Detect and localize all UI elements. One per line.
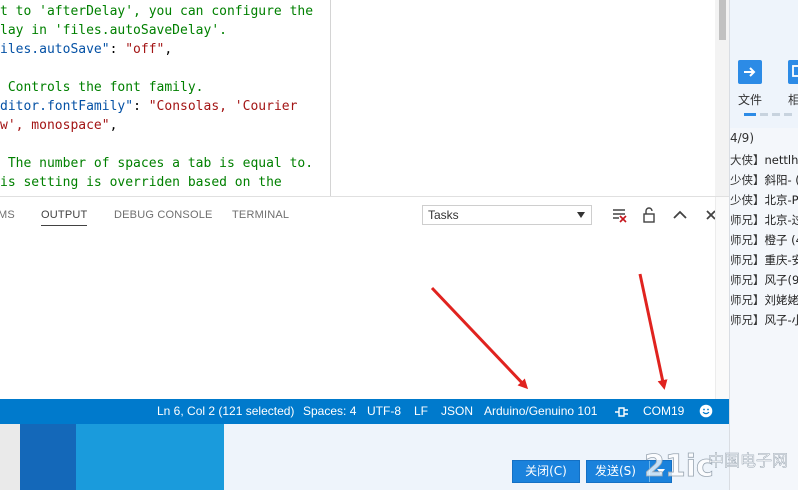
language-mode[interactable]: JSON [441, 404, 473, 418]
member-name: 北京-过 [764, 213, 798, 227]
tab-problems[interactable]: MS [0, 209, 15, 221]
lock-scroll-icon[interactable] [640, 206, 658, 224]
code-token: : [133, 99, 149, 114]
toolbar-label-file: 文件 [738, 93, 763, 107]
tab-output[interactable]: OUTPUT [41, 209, 88, 226]
member-title: 少侠】 [730, 173, 765, 187]
panel-scrollbar[interactable] [715, 197, 729, 400]
member-list-item[interactable]: 师兄】刘姥姥( [730, 292, 798, 310]
code-token: : [109, 42, 126, 57]
code-token: lay in 'files.autoSaveDelay'. [0, 23, 227, 38]
output-channel-select[interactable]: Tasks [422, 205, 592, 225]
member-name: nettlhx( [764, 153, 798, 167]
code-token: , [164, 42, 173, 57]
member-title: 师兄】 [730, 313, 765, 327]
member-name: 橙子 (4 [764, 233, 798, 247]
member-title: 少侠】 [730, 193, 765, 207]
page-indicator [772, 113, 780, 116]
code-line: t to 'afterDelay', you can configure the [0, 2, 313, 21]
close-chat-button[interactable]: 关闭(C) [512, 460, 580, 483]
chevron-down-icon [577, 212, 585, 218]
feedback-smiley-icon[interactable] [699, 404, 713, 418]
code-line: Controls the font family. [0, 78, 204, 97]
member-name: 刘姥姥( [764, 293, 798, 307]
encoding-setting[interactable]: UTF-8 [367, 404, 401, 418]
code-line: is setting is overriden based on the [0, 173, 282, 192]
window-edge [0, 424, 20, 490]
member-title: 师兄】 [730, 293, 765, 307]
watermark-brand: 21ic [644, 449, 714, 484]
code-token: iles.autoSave" [0, 42, 110, 57]
editor-scrollbar-thumb[interactable] [719, 0, 726, 40]
bottom-panel: MS OUTPUT DEBUG CONSOLE TERMINAL Tasks [0, 196, 729, 400]
code-line: The number of spaces a tab is equal to. [0, 154, 313, 173]
plug-icon[interactable] [614, 406, 630, 418]
code-token: "Consolas, 'Courier [148, 99, 298, 114]
member-list-item[interactable]: 师兄】橙子 (4 [730, 232, 798, 250]
background-window-dark [20, 424, 76, 490]
page-indicator-active [744, 113, 756, 116]
chat-toolbar: 文件 相 [730, 0, 798, 128]
background-window-light [76, 424, 224, 490]
code-token: w', monospace" [0, 118, 110, 133]
member-list-item[interactable]: 师兄】重庆-安 [730, 252, 798, 270]
tab-debug-console[interactable]: DEBUG CONSOLE [114, 209, 213, 221]
member-count: 4/9) [730, 131, 754, 145]
clear-output-icon[interactable] [610, 206, 628, 224]
indentation-setting[interactable]: Spaces: 4 [303, 404, 356, 418]
member-name: 风子(95 [764, 273, 798, 287]
code-token: "off" [125, 42, 165, 57]
serial-port-selector[interactable]: COM19 [643, 404, 684, 418]
code-line: ditor.fontFamily": "Consolas, 'Courier [0, 97, 297, 116]
code-token: is setting is overriden based on the [0, 175, 282, 190]
member-name: 风子-小 [764, 313, 798, 327]
tab-terminal[interactable]: TERMINAL [232, 209, 289, 221]
code-token: ditor.fontFamily" [0, 99, 134, 114]
member-title: 师兄】 [730, 253, 765, 267]
code-token: , [109, 118, 118, 133]
code-line: lay in 'files.autoSaveDelay'. [0, 21, 227, 40]
arduino-board-selector[interactable]: Arduino/Genuino 101 [484, 404, 597, 418]
member-list-item[interactable]: 师兄】风子(95 [730, 272, 798, 290]
member-name: 重庆-安 [764, 253, 798, 267]
code-token: The number of spaces a tab is equal to. [0, 156, 314, 171]
member-list-item[interactable]: 少侠】北京-Pa [730, 192, 798, 210]
member-name: 北京-Pa [764, 193, 798, 207]
cursor-position[interactable]: Ln 6, Col 2 (121 selected) [157, 404, 294, 418]
member-list-item[interactable]: 少侠】斜阳- ( [730, 172, 798, 190]
member-name: 斜阳- ( [764, 173, 798, 187]
member-title: 师兄】 [730, 213, 765, 227]
code-token: Controls the font family. [0, 80, 204, 95]
member-list-item[interactable]: 师兄】北京-过 [730, 212, 798, 230]
page-indicator [784, 113, 792, 116]
site-watermark-logo: 21ic 中国电子网 [644, 449, 789, 485]
watermark-cn: 中国电子网 [708, 451, 788, 470]
album-icon[interactable] [788, 60, 798, 84]
toolbar-label-album: 相 [788, 91, 798, 108]
status-bar: Ln 6, Col 2 (121 selected) Spaces: 4 UTF… [0, 399, 729, 424]
chat-window-background: 文件 相 4/9) 大侠】nettlhx(少侠】斜阳- (少侠】北京-Pa师兄】… [729, 0, 798, 490]
secondary-editor-pane[interactable] [331, 0, 715, 196]
code-line: w', monospace", [0, 116, 117, 135]
page-indicator [760, 113, 768, 116]
send-button-label: 发送(S) [595, 464, 636, 478]
member-title: 师兄】 [730, 233, 765, 247]
code-token: t to 'afterDelay', you can configure the [0, 4, 314, 19]
member-list-item[interactable]: 师兄】风子-小 [730, 312, 798, 330]
code-editor[interactable]: t to 'afterDelay', you can configure the… [0, 0, 330, 196]
output-channel-value: Tasks [428, 208, 459, 222]
eol-setting[interactable]: LF [414, 404, 428, 418]
code-line: iles.autoSave": "off", [0, 40, 172, 59]
member-title: 师兄】 [730, 273, 765, 287]
member-title: 大侠】 [730, 153, 765, 167]
chevron-up-icon[interactable] [671, 206, 689, 224]
member-list-item[interactable]: 大侠】nettlhx( [730, 152, 798, 170]
file-transfer-icon[interactable] [738, 60, 762, 84]
